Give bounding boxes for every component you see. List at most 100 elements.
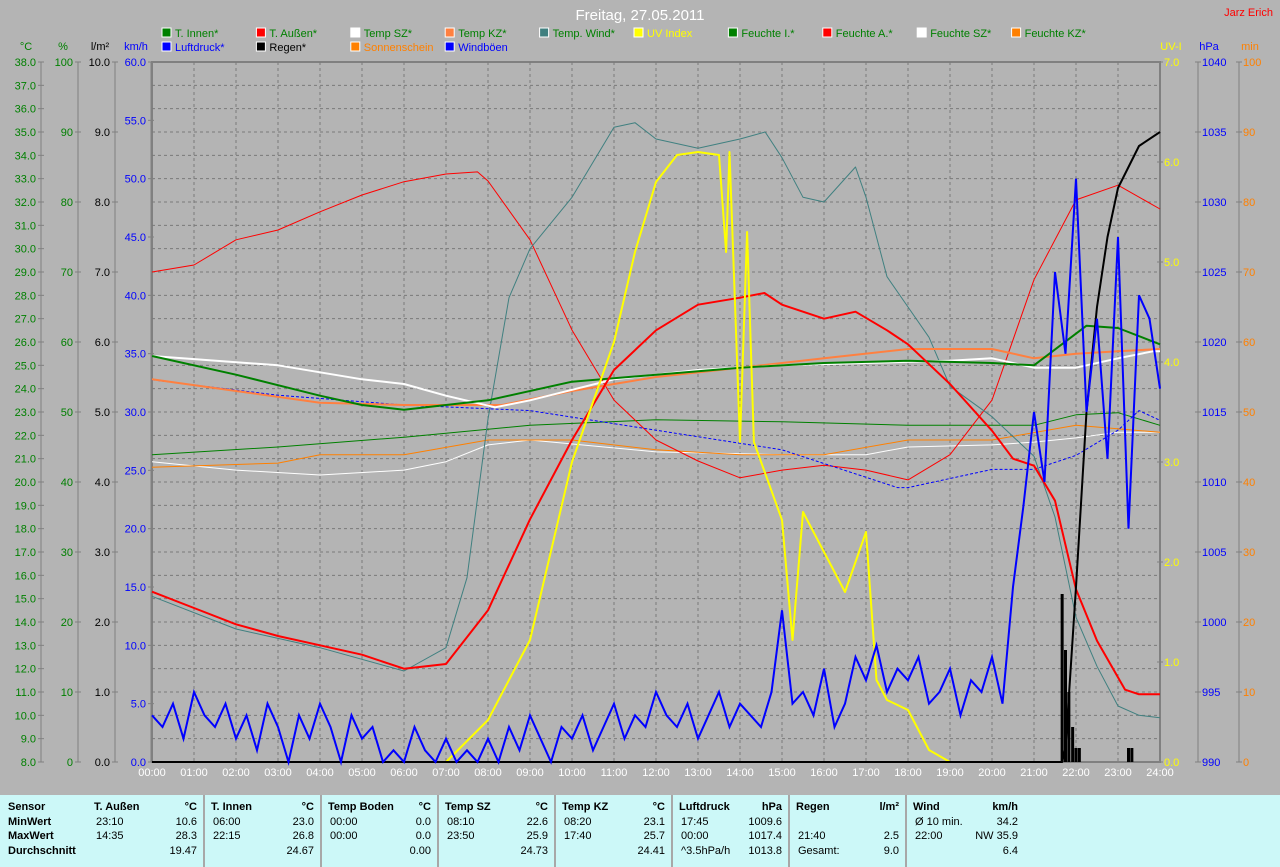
axis-tick-label-sun: 60 — [1243, 337, 1255, 349]
stat-value: 9.0 — [883, 844, 899, 857]
stats-column: Luftdruck hPa 17:45 1009.6 00:00 1017.4 ^3.5hP… — [673, 795, 790, 867]
stat-label: 00:00 — [330, 815, 358, 828]
stats-row — [796, 816, 899, 831]
legend-swatch — [255, 41, 266, 52]
legend-item: Sonnenschein — [350, 41, 434, 54]
axis-tick-label-temp: 36.0 — [15, 104, 36, 116]
axis-tick-label-hum: 30 — [61, 547, 73, 559]
axis-tick-label-temp: 26.0 — [15, 337, 36, 349]
stat-value: 0.00 — [409, 844, 431, 857]
stat-label: 23:50 — [447, 830, 475, 842]
axis-tick-label-wind: 15.0 — [125, 582, 146, 594]
stat-label: 21:40 — [798, 830, 826, 842]
column-header: Wind km/h — [913, 801, 1018, 816]
stat-value: 0.0 — [415, 815, 431, 828]
axis-tick-label-wind: 25.0 — [125, 465, 146, 477]
stats-row: 23:50 25.9 — [445, 830, 548, 845]
sensor-name: Regen — [796, 801, 830, 813]
axis-tick-label-rain: 9.0 — [95, 127, 110, 139]
axis-tick-label-press: 990 — [1202, 757, 1220, 769]
legend-item: Windböen — [444, 41, 508, 54]
stat-label — [796, 816, 798, 831]
axis-tick-label-uv: 1.0 — [1164, 657, 1179, 669]
sensor-name: T. Außen — [94, 801, 140, 813]
stat-value: 25.9 — [526, 830, 548, 842]
axis-tick-label-rain: 8.0 — [95, 197, 110, 209]
x-tick-label: 18:00 — [894, 767, 922, 779]
stats-row: 08:20 23.1 — [562, 816, 665, 831]
weather-chart: 00:00 01:00 02:00 03:00 04:00 05:00 06:00 07:00… — [15, 7, 1273, 779]
axis-tick-label-temp: 9.0 — [21, 734, 36, 746]
stats-row: 22:15 26.8 — [211, 830, 314, 845]
axis-tick-label-rain: 2.0 — [95, 617, 110, 629]
stat-value: NW 35.9 — [975, 830, 1018, 842]
legend-label: Feuchte A.* — [836, 28, 894, 40]
x-tick-label: 08:00 — [474, 767, 502, 779]
axis-tick-label-temp: 34.0 — [15, 150, 36, 162]
stats-column: T. Außen °C 23:10 10.6 14:35 28.3 19.47 — [88, 795, 205, 867]
legend-label: Temp. Wind* — [553, 28, 616, 40]
legend-item: Temp. Wind* — [539, 27, 616, 40]
stats-column: Temp KZ °C 08:20 23.1 17:40 25.7 24.41 — [556, 795, 673, 867]
stats-row: 24.67 — [211, 845, 314, 860]
stat-label: 23:10 — [96, 815, 124, 828]
stats-column: T. Innen °C 06:00 23.0 22:15 26.8 24.67 — [205, 795, 322, 867]
axis-tick-label-rain: 10.0 — [89, 57, 110, 69]
rain-bar — [1077, 748, 1081, 762]
stats-row-labels: Sensor MinWert MaxWert Durchschnitt — [0, 795, 88, 867]
x-tick-label: 19:00 — [936, 767, 964, 779]
stats-row: 17:40 25.7 — [562, 830, 665, 845]
legend-swatch — [255, 27, 266, 38]
rain-bar — [1074, 748, 1078, 762]
axis-tick-label-wind: 35.0 — [125, 349, 146, 361]
axis-tick-label-temp: 31.0 — [15, 220, 36, 232]
sensor-unit: °C — [652, 801, 665, 813]
legend-swatch — [633, 27, 644, 38]
legend-item: Feuchte SZ* — [916, 27, 992, 40]
axis-tick-label-temp: 18.0 — [15, 524, 36, 536]
stats-row: 00:00 1017.4 — [679, 830, 782, 845]
stat-label: Ø 10 min. — [915, 815, 963, 828]
axis-unit-hum: % — [58, 41, 68, 53]
axis-tick-label-temp: 20.0 — [15, 477, 36, 489]
stats-column: Temp SZ °C 08:10 22.6 23:50 25.9 24.73 — [439, 795, 556, 867]
stats-row: 17:45 1009.6 — [679, 816, 782, 831]
stats-row: 06:00 23.0 — [211, 816, 314, 831]
axis-tick-label-temp: 16.0 — [15, 570, 36, 582]
x-tick-label: 21:00 — [1020, 767, 1048, 779]
x-tick-label: 04:00 — [306, 767, 334, 779]
x-tick-label: 05:00 — [348, 767, 376, 779]
axis-tick-label-hum: 20 — [61, 617, 73, 629]
stat-value: 1017.4 — [748, 830, 782, 842]
stat-label: 22:15 — [213, 830, 241, 842]
rain-bar — [1060, 594, 1064, 762]
axis-tick-label-temp: 12.0 — [15, 664, 36, 676]
axis-tick-label-sun: 30 — [1243, 547, 1255, 559]
axis-unit-rain: l/m² — [91, 41, 110, 53]
stat-value: 19.47 — [169, 844, 197, 857]
axis-unit-temp: °C — [20, 41, 32, 53]
stat-label: 22:00 — [915, 830, 943, 842]
legend-swatch — [1011, 27, 1022, 38]
stat-value: 2.5 — [883, 830, 899, 842]
sensor-unit: km/h — [992, 801, 1018, 813]
axis-tick-label-temp: 38.0 — [15, 57, 36, 69]
stat-label: 17:40 — [564, 830, 592, 842]
legend-label: Windböen — [458, 42, 508, 54]
axis-tick-label-hum: 70 — [61, 267, 73, 279]
stat-value: 10.6 — [175, 815, 197, 828]
axis-tick-label-uv: 4.0 — [1164, 357, 1179, 369]
axis-tick-label-temp: 30.0 — [15, 244, 36, 256]
x-tick-label: 01:00 — [180, 767, 208, 779]
stat-value: 6.4 — [1002, 844, 1018, 857]
axis-tick-label-temp: 11.0 — [15, 687, 36, 699]
stats-row: 00:00 0.0 — [328, 816, 431, 831]
legend-swatch — [350, 27, 361, 38]
axis-tick-label-hum: 10 — [61, 687, 73, 699]
x-tick-label: 17:00 — [852, 767, 880, 779]
x-tick-label: 12:00 — [642, 767, 670, 779]
stats-row: 0.00 — [328, 845, 431, 860]
stat-label — [562, 845, 564, 860]
sensor-unit: hPa — [761, 801, 782, 813]
legend-label: UV Index — [647, 28, 693, 40]
